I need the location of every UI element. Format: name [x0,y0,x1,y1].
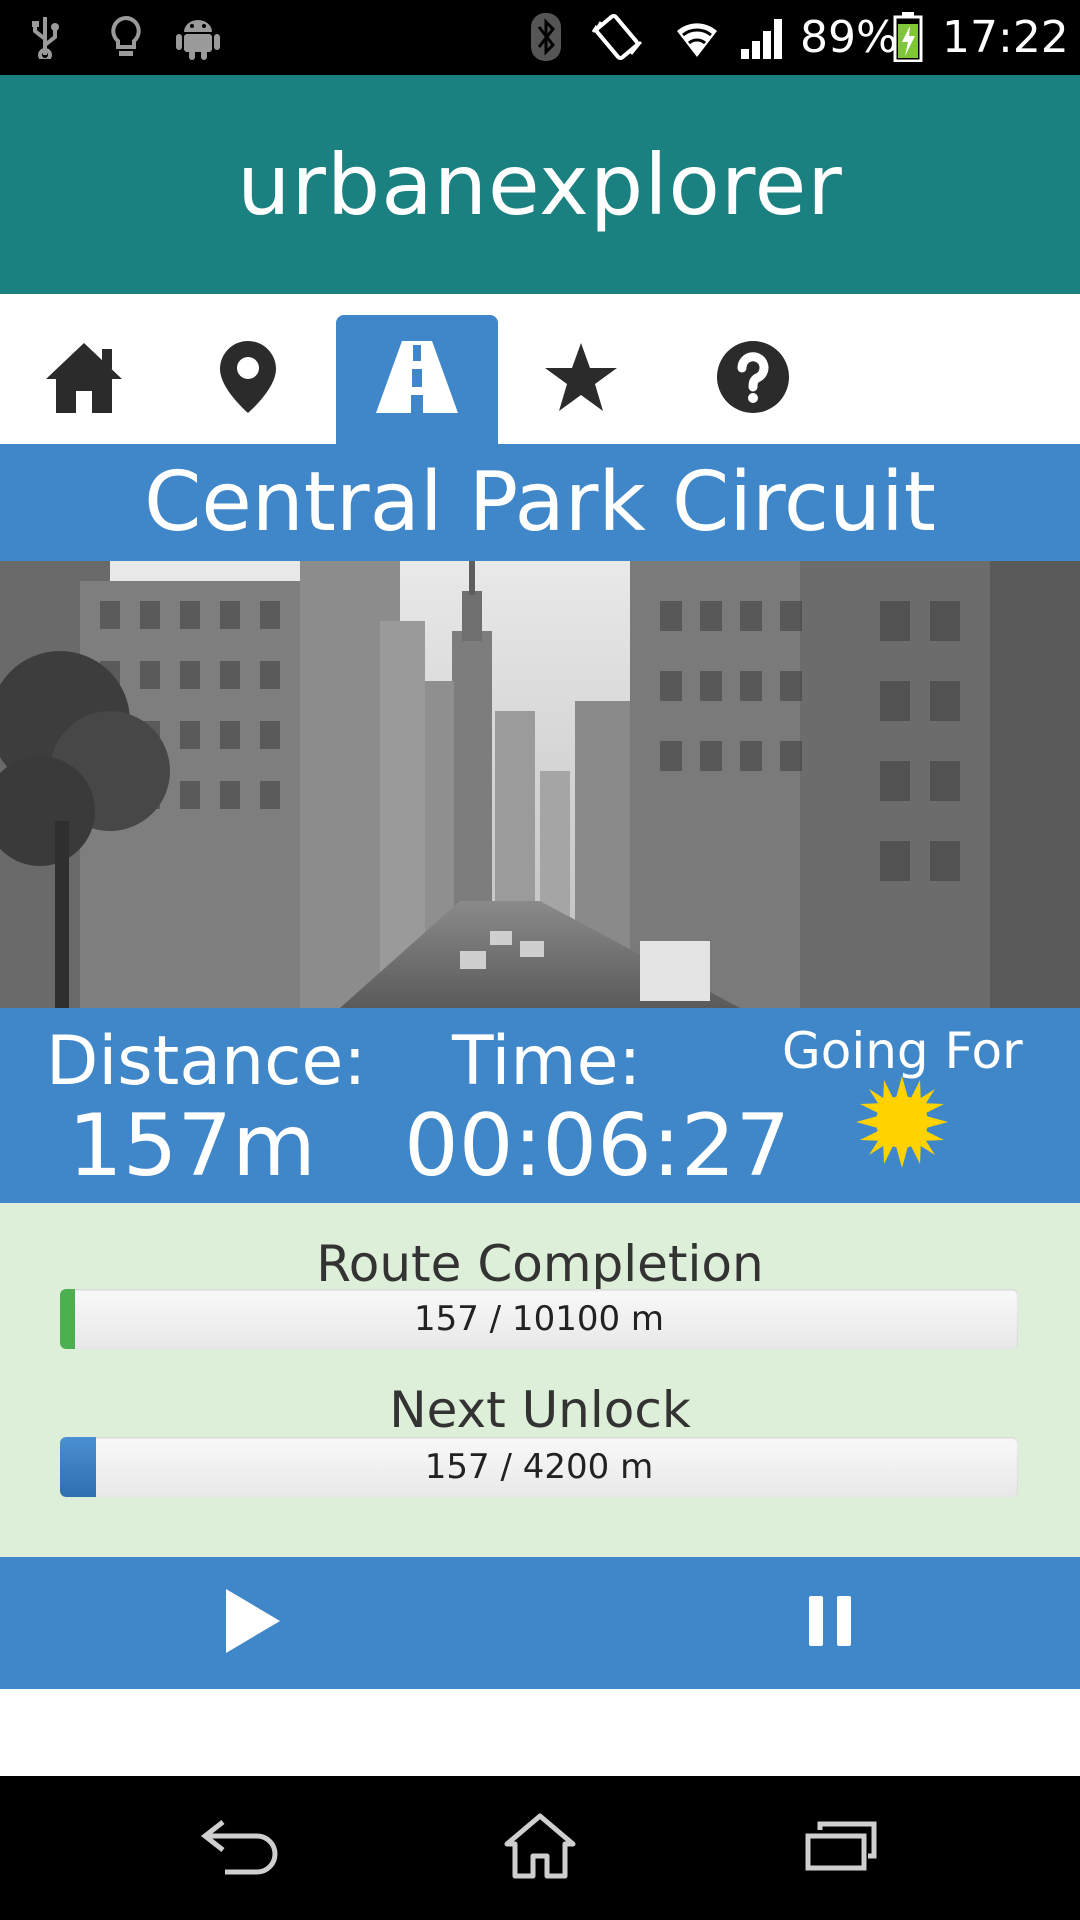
vibrate-icon [590,12,646,62]
next-unlock-bar: 157 / 4200 m [60,1437,1018,1497]
playback-controls [0,1557,1080,1689]
next-unlock-title: Next Unlock [389,1381,691,1439]
time-value: 00:06:27 [404,1096,791,1196]
wifi-icon [672,12,722,62]
road-icon [374,339,460,420]
pause-button[interactable] [780,1583,880,1663]
distance-label: Distance: [46,1022,367,1101]
tab-locations[interactable] [167,315,329,444]
battery-charging-icon [892,12,924,62]
app-header: urbanexplorer [0,75,1080,294]
route-completion-title: Route Completion [316,1235,764,1293]
tab-bar [0,294,1080,444]
app-title: urbanexplorer [237,135,843,234]
progress-panel: Route Completion 157 / 10100 m Next Unlo… [0,1203,1080,1557]
back-button[interactable] [186,1806,296,1890]
play-button[interactable] [202,1583,302,1663]
route-title-band: Central Park Circuit [0,444,1080,561]
route-completion-bar: 157 / 10100 m [60,1289,1018,1349]
time-label: Time: [452,1022,642,1101]
route-title: Central Park Circuit [144,455,936,550]
going-for-label: Going For [782,1022,1023,1080]
home-icon [44,339,124,420]
star-icon [543,341,619,418]
tab-home[interactable] [3,315,165,444]
signal-icon [738,12,788,62]
distance-value: 157m [68,1096,316,1196]
recents-button[interactable] [786,1806,896,1890]
home-nav-button[interactable] [485,1806,595,1890]
status-bar: 89% 17:22 [0,0,1080,75]
usb-icon [30,12,60,62]
stats-panel: Distance: 157m Time: 00:06:27 Going For [0,1008,1080,1203]
tab-route[interactable] [336,315,498,444]
android-icon [174,12,222,62]
route-photo [0,561,1080,1008]
lightbulb-icon [106,12,146,62]
battery-percent: 89% [800,12,898,63]
help-icon [715,339,791,420]
clock: 17:22 [942,12,1069,63]
back-icon [199,1816,283,1881]
recents-icon [804,1820,878,1877]
play-icon [222,1587,282,1660]
sun-icon [856,1076,948,1173]
tab-favorites[interactable] [500,315,662,444]
bluetooth-icon [528,12,564,62]
tab-help[interactable] [672,315,834,444]
next-unlock-text: 157 / 4200 m [424,1447,654,1487]
route-completion-text: 157 / 10100 m [413,1299,665,1339]
system-nav-bar [0,1776,1080,1920]
home-nav-icon [503,1812,577,1885]
pause-icon [807,1594,853,1653]
location-pin-icon [218,339,278,420]
